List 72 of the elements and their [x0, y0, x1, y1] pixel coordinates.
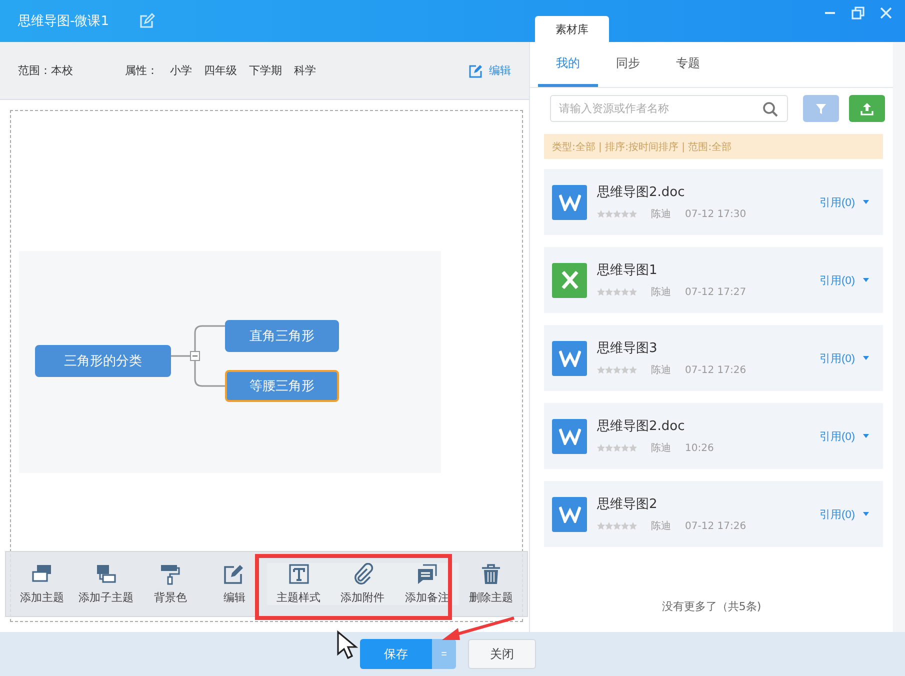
file-name: 思维导图2.doc [597, 184, 686, 201]
author-name: 陈迪 [651, 364, 671, 377]
word-file-icon [552, 496, 587, 532]
comment-icon [416, 563, 438, 585]
file-name: 思维导图1 [597, 262, 658, 279]
list-end-note: 没有更多了（共5条) [660, 599, 762, 614]
file-name: 思维导图3 [597, 340, 658, 357]
file-time: 07-12 17:27 [685, 286, 746, 298]
toolbar-button[interactable]: 添加子主题 [74, 563, 138, 605]
resource-item[interactable]: 思维导图2 陈迪 07-12 17:26 引用(0) [544, 481, 883, 547]
window-stack-icon [95, 563, 118, 585]
resource-item[interactable]: 思维导图1 陈迪 07-12 17:27 引用(0) [544, 247, 883, 313]
author-name: 陈迪 [651, 520, 671, 533]
library-subtab[interactable]: 专题 [658, 42, 718, 87]
file-time: 07-12 17:26 [685, 364, 746, 376]
author-name: 陈迪 [651, 208, 671, 221]
toolbar-button[interactable]: 添加主题 [10, 563, 74, 605]
caret-icon [863, 356, 869, 360]
excel-file-icon [552, 262, 587, 298]
toolbar-button[interactable]: 背景色 [138, 563, 202, 605]
caret-icon [863, 512, 869, 516]
paperclip-icon [352, 563, 374, 585]
author-name: 陈迪 [651, 442, 671, 455]
filter-summary: 类型:全部 | 排序:按时间排序 | 范围:全部 [544, 134, 883, 159]
edit-icon[interactable] [138, 13, 155, 29]
toolbar-button[interactable]: 添加附件 [330, 563, 395, 605]
caret-icon [863, 434, 869, 438]
file-name: 思维导图2.doc [597, 418, 686, 435]
file-time: 10:26 [685, 442, 714, 454]
resource-item[interactable]: 思维导图2.doc 陈迪 07-12 17:30 引用(0) [544, 169, 883, 235]
collapse-icon[interactable] [190, 351, 200, 361]
file-name: 思维导图2 [597, 496, 658, 513]
upload-button[interactable] [849, 95, 885, 122]
filter-button[interactable] [803, 95, 839, 122]
caret-icon [863, 200, 869, 204]
toolbar-button[interactable]: 添加备注 [394, 563, 459, 605]
library-tab[interactable]: 素材库 [535, 16, 609, 43]
close-icon[interactable] [879, 6, 893, 20]
filter-icon [815, 102, 827, 114]
file-time: 07-12 17:26 [685, 520, 746, 532]
attribute-tag: 四年级 [204, 63, 237, 78]
paint-roller-icon [159, 563, 182, 585]
file-time: 07-12 17:30 [685, 208, 746, 220]
close-button[interactable]: 关闭 [468, 639, 536, 669]
window-title: 思维导图-微课1 [18, 13, 109, 30]
window-stack-icon [31, 563, 54, 585]
word-file-icon [552, 340, 587, 376]
scope-label: 范围：本校 [18, 63, 73, 78]
resource-item[interactable]: 思维导图2.doc 陈迪 10:26 引用(0) [544, 403, 883, 469]
attribute-tag: 下学期 [249, 63, 282, 78]
edit-icon [223, 563, 246, 585]
restore-icon[interactable] [851, 6, 865, 20]
word-file-icon [552, 418, 587, 454]
author-name: 陈迪 [651, 286, 671, 299]
attribute-tag: 科学 [294, 63, 316, 78]
search-field[interactable]: 请输入资源或作者名称 [550, 95, 788, 122]
caret-icon [863, 278, 869, 282]
toolbar-button[interactable]: 编辑 [202, 563, 266, 605]
trash-icon [480, 563, 502, 585]
toolbar-button[interactable]: 主题样式 [266, 563, 331, 605]
edit-icon [469, 64, 483, 78]
attribute-label: 属性： [125, 63, 158, 78]
word-file-icon [552, 184, 587, 220]
upload-icon [860, 102, 874, 116]
toolbar-button[interactable]: 删除主题 [458, 563, 523, 605]
library-subtab[interactable]: 同步 [598, 42, 658, 87]
library-subtab[interactable]: 我的 [538, 42, 598, 87]
search-icon[interactable] [762, 101, 778, 117]
text-icon [288, 563, 310, 585]
resource-item[interactable]: 思维导图3 陈迪 07-12 17:26 引用(0) [544, 325, 883, 391]
attribute-tag: 小学 [170, 63, 192, 78]
scrollbar[interactable] [893, 42, 905, 632]
